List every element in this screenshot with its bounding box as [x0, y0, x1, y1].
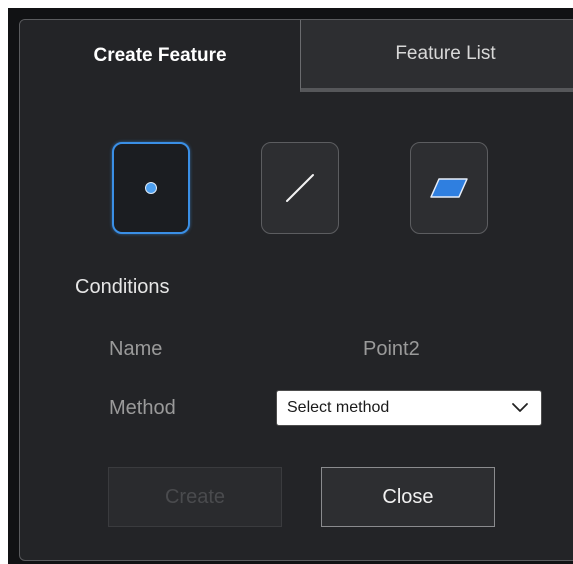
method-select[interactable]: Select method: [276, 390, 542, 426]
tab-create-feature[interactable]: Create Feature: [20, 20, 300, 92]
line-icon: [286, 174, 314, 202]
name-label: Name: [109, 338, 163, 360]
feature-type-point-button[interactable]: [112, 142, 190, 234]
tab-bar: Create Feature Feature List: [20, 20, 573, 92]
feature-type-line-button[interactable]: [261, 142, 339, 234]
point-icon: [145, 182, 157, 194]
conditions-heading: Conditions: [75, 276, 170, 298]
plane-icon: [430, 178, 468, 198]
chevron-down-icon: [512, 403, 528, 412]
feature-dialog: Create Feature Feature List Conditions N…: [19, 19, 573, 561]
tab-feature-list[interactable]: Feature List: [300, 20, 573, 92]
app-canvas: Create Feature Feature List Conditions N…: [0, 0, 573, 564]
feature-type-plane-button[interactable]: [410, 142, 488, 234]
close-button[interactable]: Close: [321, 467, 495, 527]
method-label: Method: [109, 397, 176, 419]
create-button[interactable]: Create: [108, 467, 282, 527]
method-select-value: Select method: [287, 399, 390, 416]
name-value: Point2: [363, 338, 420, 360]
